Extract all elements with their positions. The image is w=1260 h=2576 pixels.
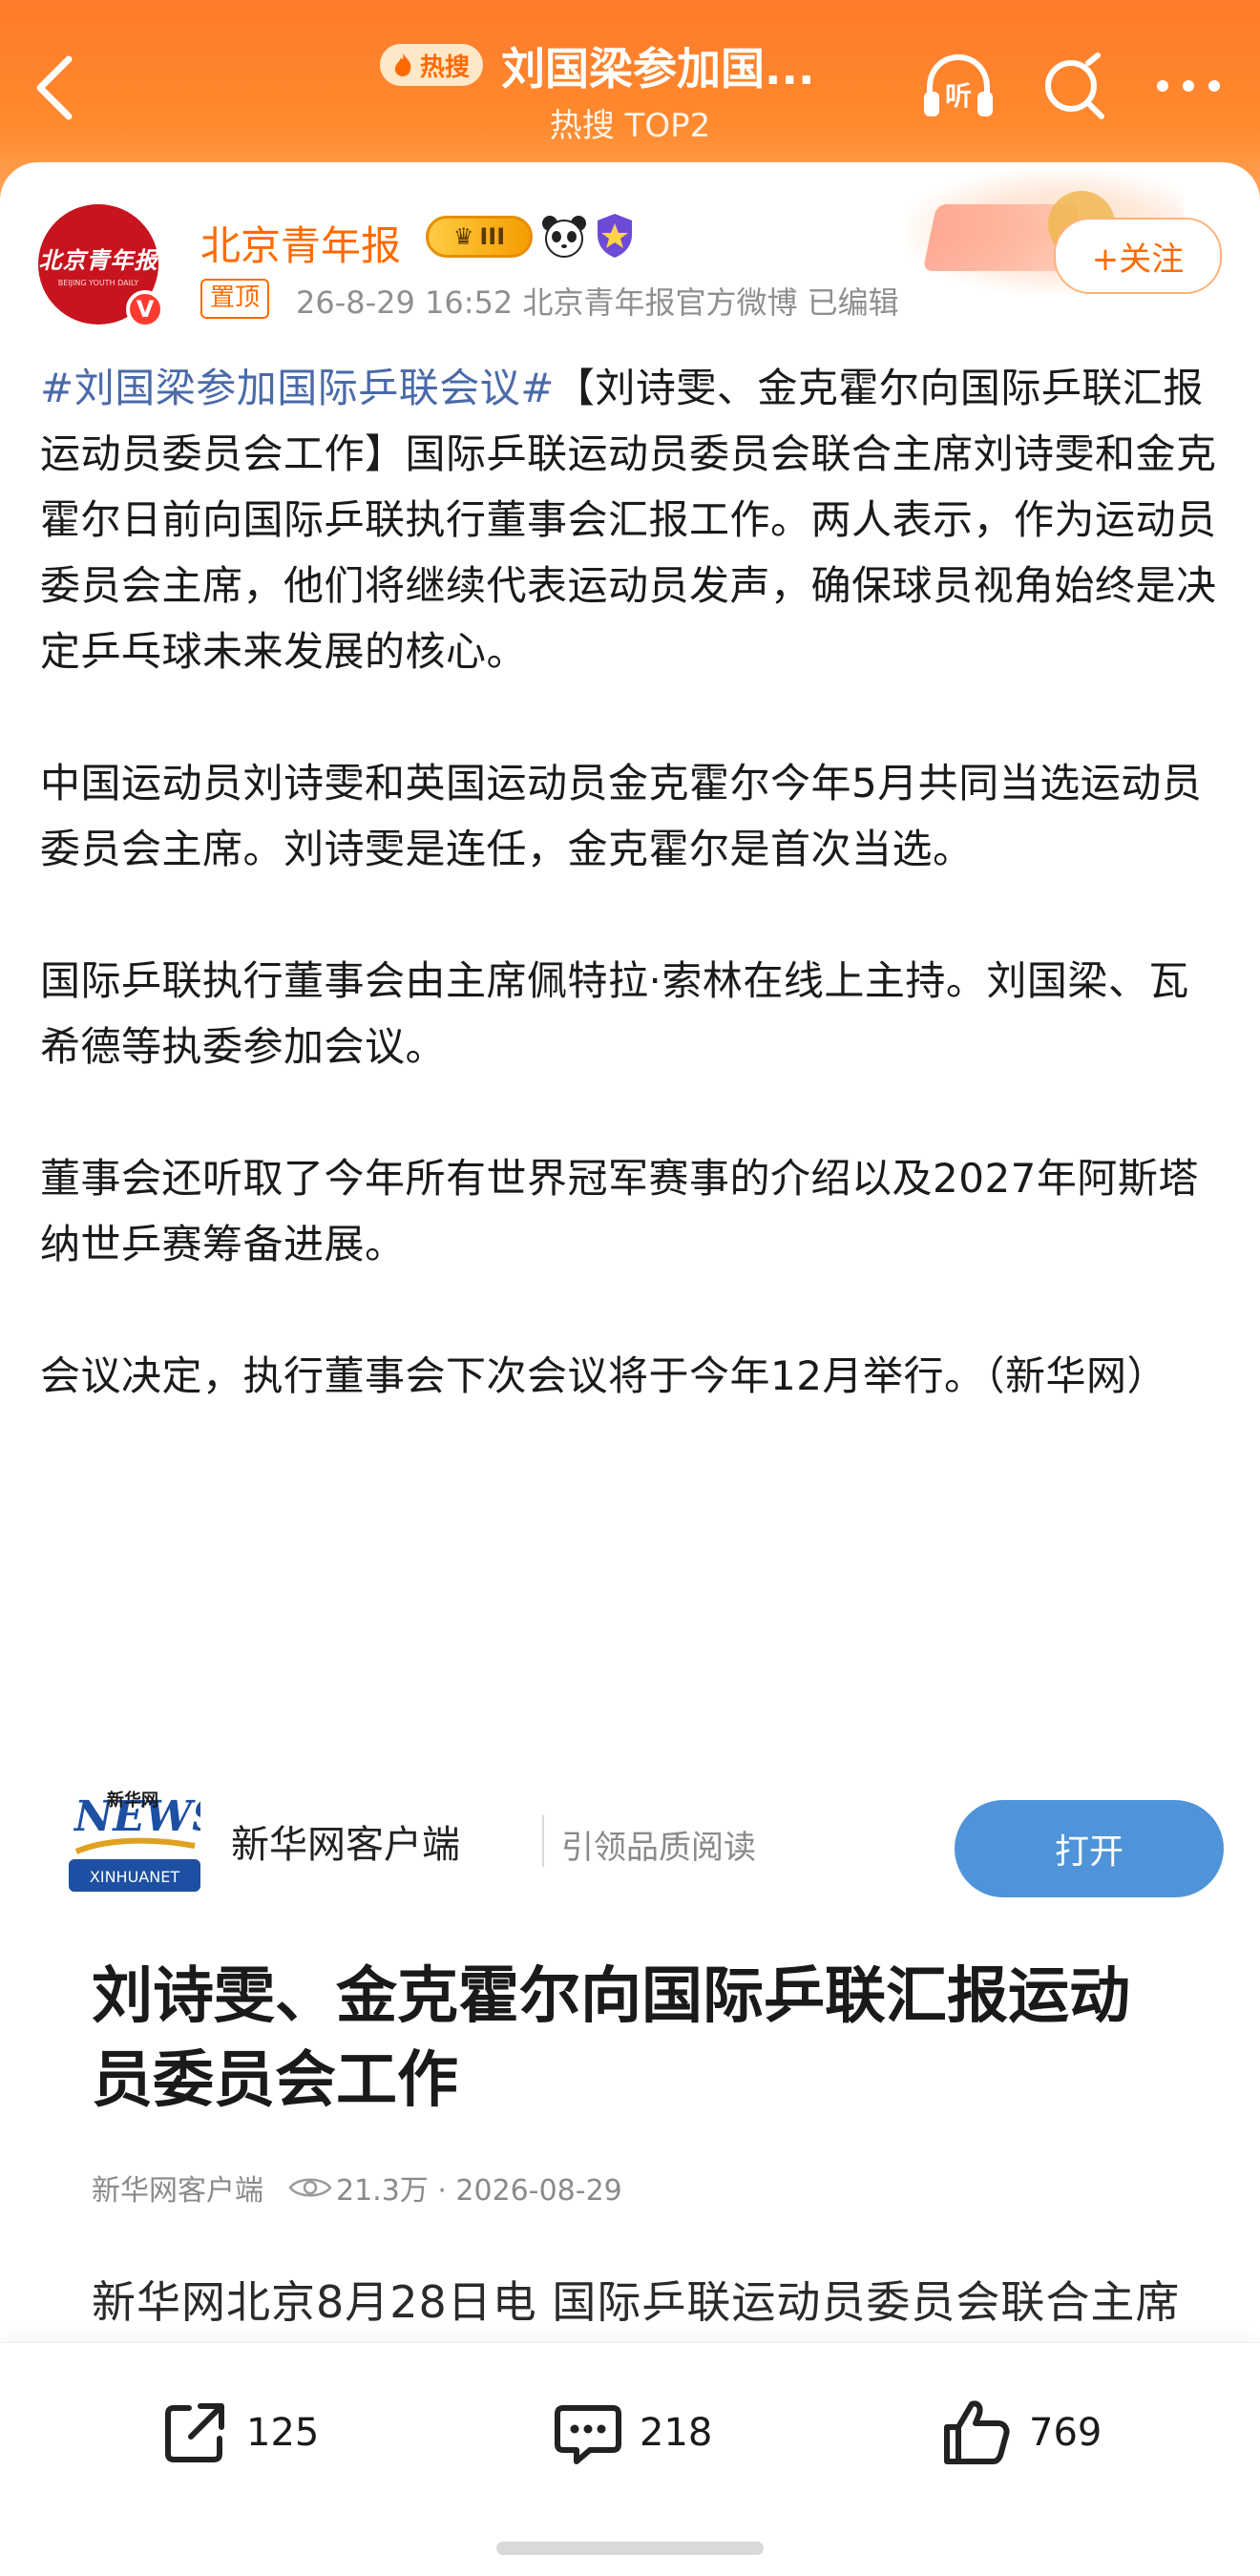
shield-icon bbox=[598, 214, 632, 258]
post-paragraph: #刘国梁参加国际乒联会议#【刘诗雯、金克霍尔向国际乒联汇报运动员委员会工作】国际… bbox=[40, 355, 1224, 684]
home-indicator[interactable] bbox=[496, 2542, 764, 2555]
app-promo-bar: NEWS 新华网 XINHUANET 新华网客户端 引领品质阅读 打开 bbox=[69, 1775, 1224, 1899]
comment-button[interactable]: 218 bbox=[550, 2395, 712, 2471]
logo-en-text: XINHUANET bbox=[90, 1868, 179, 1886]
post-meta: 26-8-29 16:52 北京青年报官方微博 已编辑 bbox=[296, 284, 899, 321]
avatar-logo-english: BEIJING YOUTH DAILY bbox=[57, 279, 139, 287]
author-name[interactable]: 北京青年报 bbox=[200, 214, 401, 272]
panda-icon bbox=[542, 216, 586, 258]
listen-label: 听 bbox=[945, 80, 972, 112]
follow-button[interactable]: +关注 bbox=[1054, 218, 1222, 294]
pinned-tag: 置顶 bbox=[200, 279, 270, 319]
logo-cn-text: 新华网 bbox=[107, 1790, 158, 1811]
article-views-date: 21.3万 · 2026-08-29 bbox=[336, 2174, 622, 2208]
share-button[interactable]: 125 bbox=[157, 2395, 319, 2471]
comment-icon bbox=[555, 2405, 621, 2464]
search-icon[interactable] bbox=[1039, 52, 1111, 124]
crown-icon: ♛ bbox=[452, 223, 474, 250]
hashtag-link[interactable]: #刘国梁参加国际乒联会议# bbox=[40, 365, 555, 411]
article-title[interactable]: 刘诗雯、金克霍尔向国际乒联汇报运动员委员会工作 bbox=[92, 1955, 1189, 2123]
article-source: 新华网客户端 bbox=[92, 2174, 263, 2208]
verified-badge-icon: V bbox=[126, 290, 164, 328]
app-name: 新华网客户端 bbox=[231, 1823, 460, 1867]
share-count: 125 bbox=[246, 2411, 320, 2455]
like-button[interactable]: 769 bbox=[939, 2395, 1102, 2471]
app-slogan: 引领品质阅读 bbox=[561, 1829, 756, 1867]
avatar-logo-text: 北京青年报 bbox=[38, 246, 158, 274]
level-badge-label: III bbox=[479, 223, 506, 250]
post-paragraph: 董事会还听取了今年所有世界冠军赛事的介绍以及2027年阿斯塔纳世乒赛筹备进展。 bbox=[40, 1155, 1199, 1267]
hot-search-badge: 热搜 bbox=[380, 44, 484, 86]
post-paragraph: 国际乒联执行董事会由主席佩特拉·索林在线上主持。刘国梁、瓦希德等执委参加会议。 bbox=[40, 957, 1189, 1070]
level-badge: ♛ III bbox=[426, 216, 533, 258]
like-count: 769 bbox=[1029, 2411, 1102, 2455]
post-paragraph: 会议决定，执行董事会下次会议将于今年12月举行。（新华网） bbox=[40, 1352, 1167, 1399]
comment-count: 218 bbox=[640, 2411, 713, 2455]
article-meta: 新华网客户端 21.3万 · 2026-08-29 bbox=[92, 2167, 622, 2209]
post-body: #刘国梁参加国际乒联会议#【刘诗雯、金克霍尔向国际乒联汇报运动员委员会工作】国际… bbox=[40, 355, 1224, 1409]
share-icon bbox=[165, 2403, 224, 2462]
eye-icon bbox=[288, 2178, 332, 2197]
flame-icon bbox=[394, 53, 411, 76]
post-card: 北京青年报 BEIJING YOUTH DAILY V 北京青年报 ♛ III … bbox=[0, 162, 1260, 2575]
thumbs-up-icon bbox=[944, 2400, 1010, 2464]
post-paragraph: 中国运动员刘诗雯和英国运动员金克霍尔今年5月共同当选运动员委员会主席。刘诗雯是连… bbox=[40, 760, 1203, 872]
hot-badge-label: 热搜 bbox=[420, 52, 471, 82]
bottom-action-bar: 125 218 769 bbox=[0, 2342, 1260, 2576]
open-app-button[interactable]: 打开 bbox=[955, 1800, 1224, 1897]
divider bbox=[542, 1815, 544, 1867]
xinhua-logo-icon: NEWS 新华网 XINHUANET bbox=[69, 1785, 200, 1892]
more-options-icon[interactable] bbox=[1153, 67, 1224, 105]
listen-headphones-icon[interactable]: 听 bbox=[918, 50, 998, 126]
page-title: 刘国梁参加国... bbox=[501, 43, 815, 94]
